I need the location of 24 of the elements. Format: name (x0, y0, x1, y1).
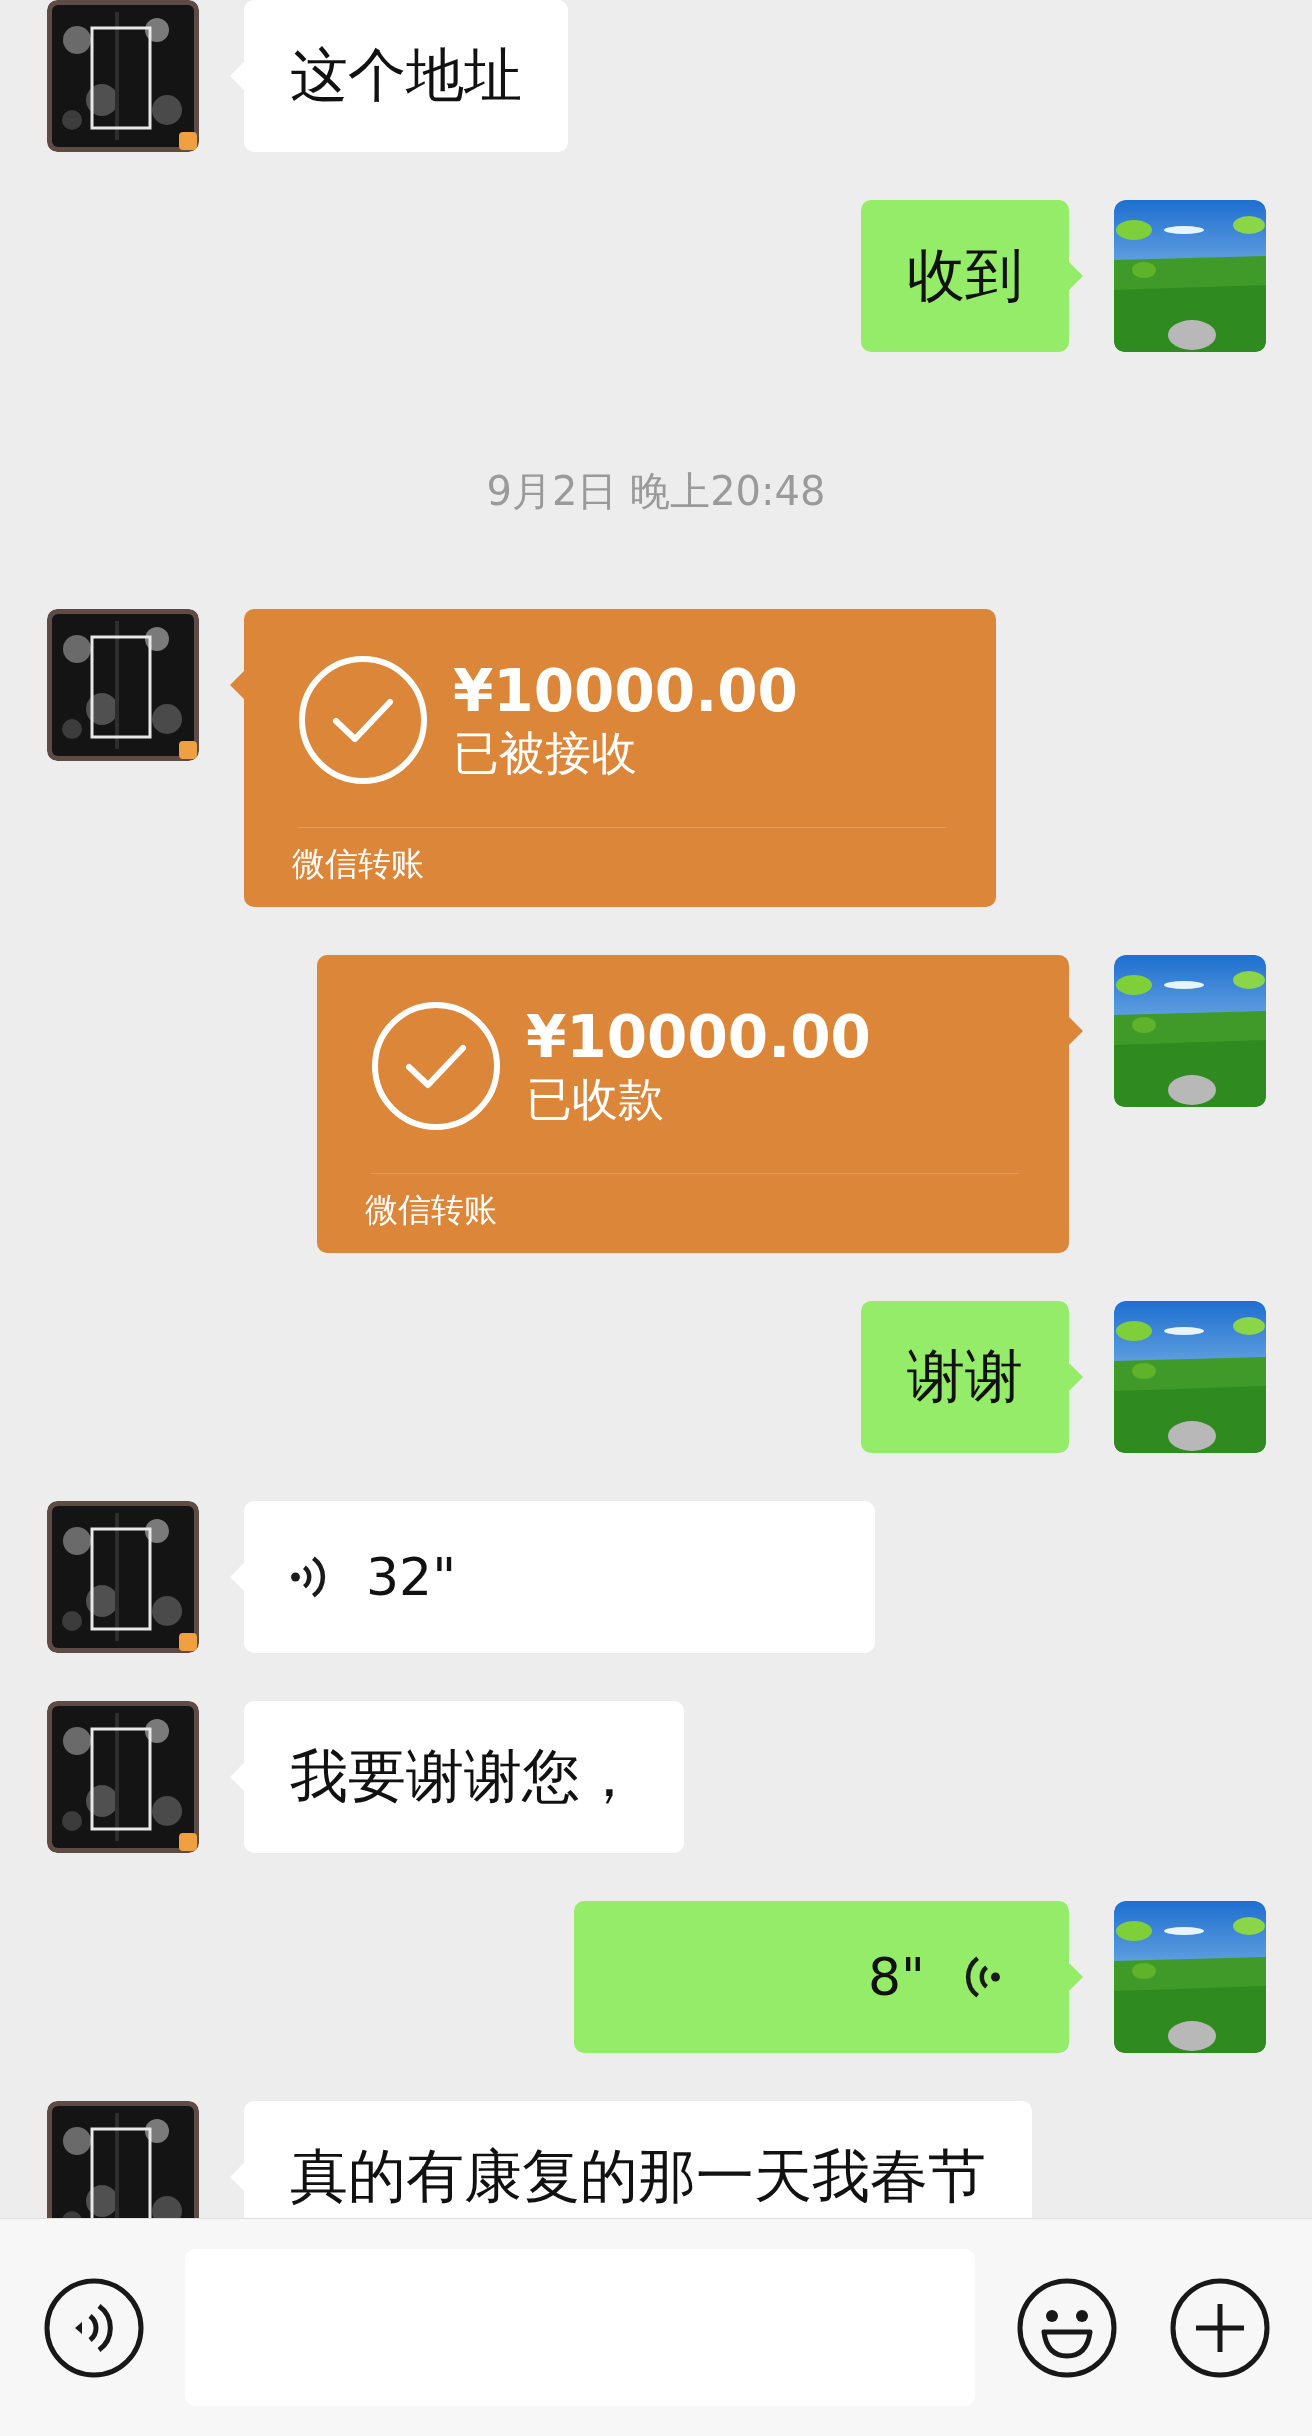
voice-message[interactable]: 32" (244, 1501, 875, 1653)
bubble-tail (1069, 1363, 1083, 1391)
transfer-status: 已收款 (526, 1071, 665, 1128)
timestamp: 9月2日 晚上20:48 (486, 467, 826, 516)
add-icon[interactable] (1170, 2277, 1270, 2378)
transfer-status: 已被接收 (453, 725, 638, 782)
bubble-tail (230, 671, 244, 699)
transfer-label: 微信转账 (292, 843, 425, 885)
message-bubble: 谢谢 (861, 1301, 1069, 1453)
message-bubble: 这个地址 (244, 0, 568, 152)
message-bubble: 我要谢谢您， (244, 1701, 684, 1853)
transfer-amount: ¥10000.00 (453, 658, 798, 724)
message-bubble: 收到 (861, 200, 1069, 352)
transfer-amount: ¥10000.00 (526, 1004, 871, 1070)
emoji-icon[interactable] (1017, 2277, 1117, 2378)
checkmark-icon (298, 655, 428, 785)
voice-message[interactable]: 8" (574, 1901, 1069, 2053)
message-bubble: 真的有康复的那一天我春节 (244, 2101, 1032, 2218)
bubble-tail (1069, 1963, 1083, 1991)
checkmark-icon (371, 1001, 501, 1131)
voice-input-icon[interactable] (44, 2277, 144, 2378)
transfer-label: 微信转账 (365, 1189, 498, 1231)
bubble-tail (1069, 262, 1083, 290)
bubble-tail (1069, 1017, 1083, 1045)
